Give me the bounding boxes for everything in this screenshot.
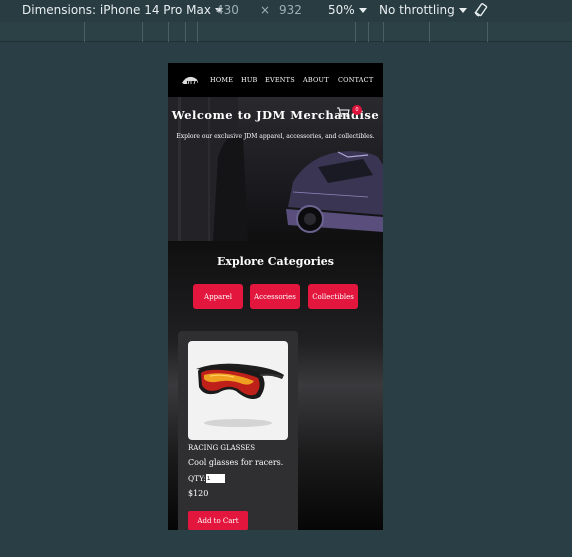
device-dropdown[interactable]: Dimensions: iPhone 14 Pro Max [22, 3, 223, 17]
jdm-logo[interactable] [180, 72, 200, 88]
media-query-ruler [0, 22, 572, 42]
device-dimensions-label: Dimensions: iPhone 14 Pro Max [22, 3, 211, 17]
product-description: Cool glasses for racers. [188, 458, 284, 467]
nav-about[interactable]: ABOUT [303, 76, 329, 84]
zoom-label: 50% [328, 3, 355, 17]
category-apparel-button[interactable]: Apparel [193, 284, 243, 309]
cart-icon[interactable] [336, 107, 350, 117]
product-name: RACING GLASSES [188, 444, 256, 452]
chevron-down-icon [358, 8, 367, 13]
nav-hub[interactable]: HUB [241, 76, 258, 84]
nav-contact[interactable]: CONTACT [338, 76, 373, 84]
categories-title: Explore Categories [217, 255, 334, 268]
throttling-dropdown[interactable]: No throttling [379, 3, 467, 17]
categories-section: Explore Categories Apparel Accessories C… [168, 241, 383, 530]
devtools-toolbar: Dimensions: iPhone 14 Pro Max 430 × 932 … [0, 0, 572, 22]
throttling-label: No throttling [379, 3, 455, 17]
hero-banner: Welcome to JDM Merchandise Explore our e… [168, 97, 383, 241]
nav-events[interactable]: EVENTS [265, 76, 295, 84]
width-input[interactable]: 430 [216, 3, 239, 17]
category-collectibles-button[interactable]: Collectibles [308, 284, 358, 309]
quantity-input[interactable] [206, 474, 225, 483]
product-price: $120 [188, 489, 209, 498]
add-to-cart-button[interactable]: Add to Cart [188, 511, 248, 530]
racing-glasses-image [196, 363, 284, 427]
rotate-icon[interactable] [473, 2, 489, 18]
zoom-dropdown[interactable]: 50% [328, 3, 367, 17]
height-input[interactable]: 932 [279, 3, 302, 17]
hero-title: Welcome to JDM Merchandise [171, 108, 380, 122]
category-accessories-button[interactable]: Accessories [250, 284, 300, 309]
chevron-down-icon [458, 8, 467, 13]
quantity-label: QTY: [188, 474, 206, 483]
nav-home[interactable]: HOME [210, 76, 233, 84]
phone-viewport: HOME HUB EVENTS ABOUT CONTACT Welcome to… [168, 63, 383, 530]
cart-count-badge: 0 [352, 105, 362, 115]
product-image[interactable] [188, 341, 288, 440]
hero-subtitle: Explore our exclusive JDM apparel, acces… [176, 133, 375, 140]
product-card: RACING GLASSES Cool glasses for racers. … [178, 331, 298, 530]
times-symbol: × [260, 3, 271, 17]
top-nav: HOME HUB EVENTS ABOUT CONTACT [168, 63, 383, 97]
